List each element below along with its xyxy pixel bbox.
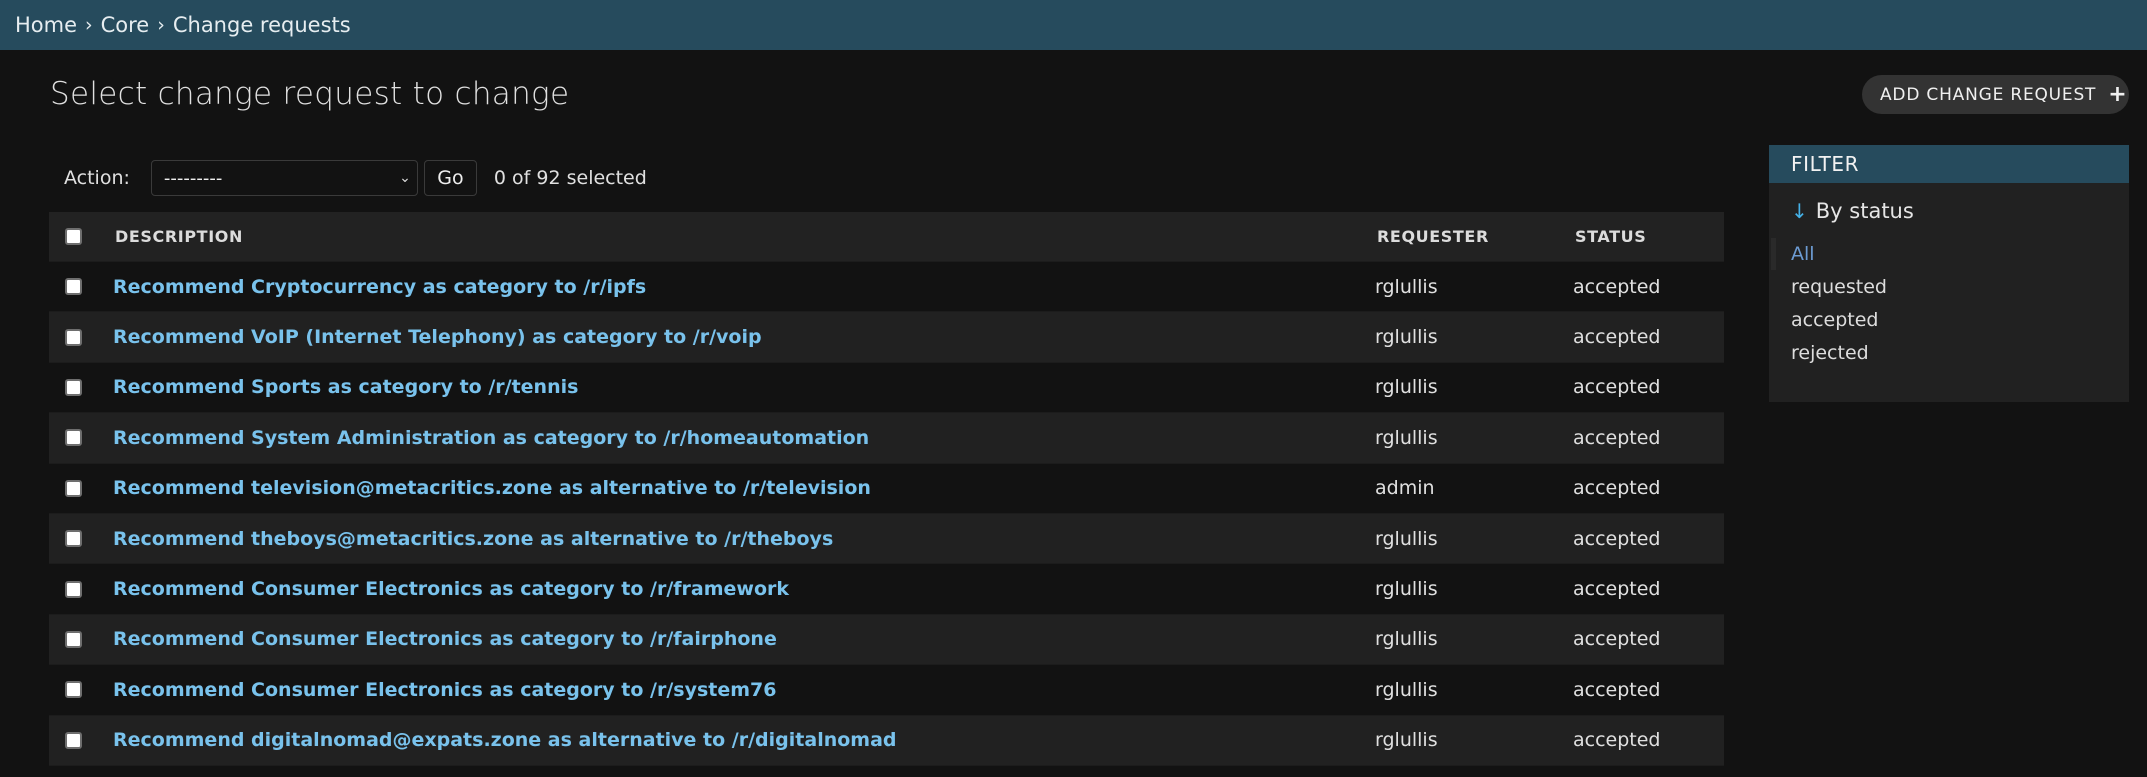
filter-option-accepted[interactable]: accepted — [1769, 303, 2129, 336]
breadcrumb-core[interactable]: Core — [101, 13, 150, 37]
row-checkbox[interactable] — [65, 328, 82, 346]
filter-option-all[interactable]: All — [1769, 237, 2129, 270]
table-row: Recommend digitalnomad@expats.zone as al… — [49, 715, 1724, 766]
breadcrumb-separator: › — [157, 14, 165, 36]
plus-icon: + — [2108, 81, 2128, 107]
row-checkbox[interactable] — [65, 378, 82, 396]
action-select[interactable]: --------- ⌄ — [150, 160, 418, 196]
table-row: Recommend VoIP (Internet Telephony) as c… — [49, 312, 1724, 363]
selected-count: 0 of 92 selected — [493, 167, 647, 189]
page-title: Select change request to change — [50, 76, 570, 112]
breadcrumb-current: Change requests — [172, 13, 351, 37]
requester-cell: rglullis — [1375, 527, 1438, 550]
requester-cell: rglullis — [1375, 729, 1438, 752]
requester-cell: rglullis — [1375, 376, 1438, 399]
row-checkbox[interactable] — [65, 630, 82, 648]
filter-options: All requested accepted rejected — [1769, 237, 2129, 369]
action-select-value: --------- — [163, 167, 223, 189]
filter-panel: FILTER ↓ By status All requested accepted r… — [1769, 145, 2129, 402]
table-row: Recommend theboys@metacritics.zone as al… — [49, 513, 1724, 565]
filter-header: FILTER — [1769, 145, 2129, 183]
description-link[interactable]: Recommend Sports as category to /r/tenni… — [113, 376, 578, 398]
description-link[interactable]: Recommend VoIP (Internet Telephony) as c… — [113, 326, 762, 348]
status-cell: accepted — [1573, 426, 1661, 449]
filter-section-title: ↓ By status — [1769, 199, 2129, 223]
requester-cell: rglullis — [1375, 275, 1438, 298]
breadcrumb-home[interactable]: Home — [15, 13, 77, 37]
select-all-checkbox[interactable] — [65, 228, 82, 245]
description-link[interactable]: Recommend Consumer Electronics as catego… — [113, 578, 789, 600]
status-cell: accepted — [1573, 729, 1661, 752]
row-checkbox[interactable] — [65, 681, 82, 699]
requester-cell: rglullis — [1375, 578, 1438, 601]
status-cell: accepted — [1573, 275, 1661, 298]
requester-cell: rglullis — [1375, 326, 1438, 349]
table-header-row: DESCRIPTION REQUESTER STATUS — [49, 212, 1724, 262]
table-row: Recommend Cryptocurrency as category to … — [49, 262, 1724, 313]
go-button[interactable]: Go — [423, 160, 477, 196]
requester-cell: rglullis — [1375, 678, 1438, 701]
table-row: Recommend Consumer Electronics as catego… — [49, 564, 1724, 615]
row-checkbox[interactable] — [65, 429, 82, 447]
add-change-request-button[interactable]: ADD CHANGE REQUEST + — [1862, 75, 2129, 114]
column-header-status[interactable]: STATUS — [1573, 227, 1724, 246]
table-row: Recommend Consumer Electronics as catego… — [49, 665, 1724, 716]
filter-section-label: By status — [1815, 199, 1914, 223]
row-checkbox[interactable] — [65, 580, 82, 598]
description-link[interactable]: Recommend digitalnomad@expats.zone as al… — [113, 729, 897, 751]
breadcrumb: Home › Core › Change requests — [0, 0, 2147, 50]
table-row: Recommend Consumer Electronics as catego… — [49, 614, 1724, 666]
filter-option-requested[interactable]: requested — [1769, 270, 2129, 303]
requester-cell: rglullis — [1375, 426, 1438, 449]
column-header-description[interactable]: DESCRIPTION — [113, 227, 1375, 246]
table-row: Recommend television@metacritics.zone as… — [49, 463, 1724, 514]
status-cell: accepted — [1573, 578, 1661, 601]
description-link[interactable]: Recommend Cryptocurrency as category to … — [113, 276, 646, 298]
table-row: Recommend System Administration as categ… — [49, 413, 1724, 464]
row-checkbox[interactable] — [65, 530, 82, 548]
chevron-down-icon: ⌄ — [399, 170, 411, 186]
results-table: DESCRIPTION REQUESTER STATUS Recommend C… — [49, 212, 1724, 766]
arrow-down-icon: ↓ — [1791, 199, 1808, 223]
description-link[interactable]: Recommend television@metacritics.zone as… — [113, 477, 871, 499]
requester-cell: rglullis — [1375, 628, 1438, 651]
status-cell: accepted — [1573, 527, 1661, 550]
action-bar: Action: --------- ⌄ Go 0 of 92 selected — [64, 160, 647, 196]
status-cell: accepted — [1573, 477, 1661, 500]
status-cell: accepted — [1573, 678, 1661, 701]
add-button-label: ADD CHANGE REQUEST — [1880, 84, 2097, 105]
column-header-requester[interactable]: REQUESTER — [1375, 227, 1573, 246]
action-label: Action: — [64, 167, 130, 189]
status-cell: accepted — [1573, 628, 1661, 651]
breadcrumb-separator: › — [85, 14, 93, 36]
status-cell: accepted — [1573, 326, 1661, 349]
row-checkbox[interactable] — [65, 278, 82, 296]
status-cell: accepted — [1573, 376, 1661, 399]
description-link[interactable]: Recommend Consumer Electronics as catego… — [113, 679, 777, 701]
row-checkbox[interactable] — [65, 731, 82, 749]
description-link[interactable]: Recommend Consumer Electronics as catego… — [113, 628, 777, 650]
table-row: Recommend Sports as category to /r/tenni… — [49, 362, 1724, 414]
requester-cell: admin — [1375, 477, 1435, 500]
description-link[interactable]: Recommend System Administration as categ… — [113, 427, 869, 449]
filter-option-rejected[interactable]: rejected — [1769, 336, 2129, 369]
description-link[interactable]: Recommend theboys@metacritics.zone as al… — [113, 528, 833, 550]
row-checkbox[interactable] — [65, 479, 82, 497]
